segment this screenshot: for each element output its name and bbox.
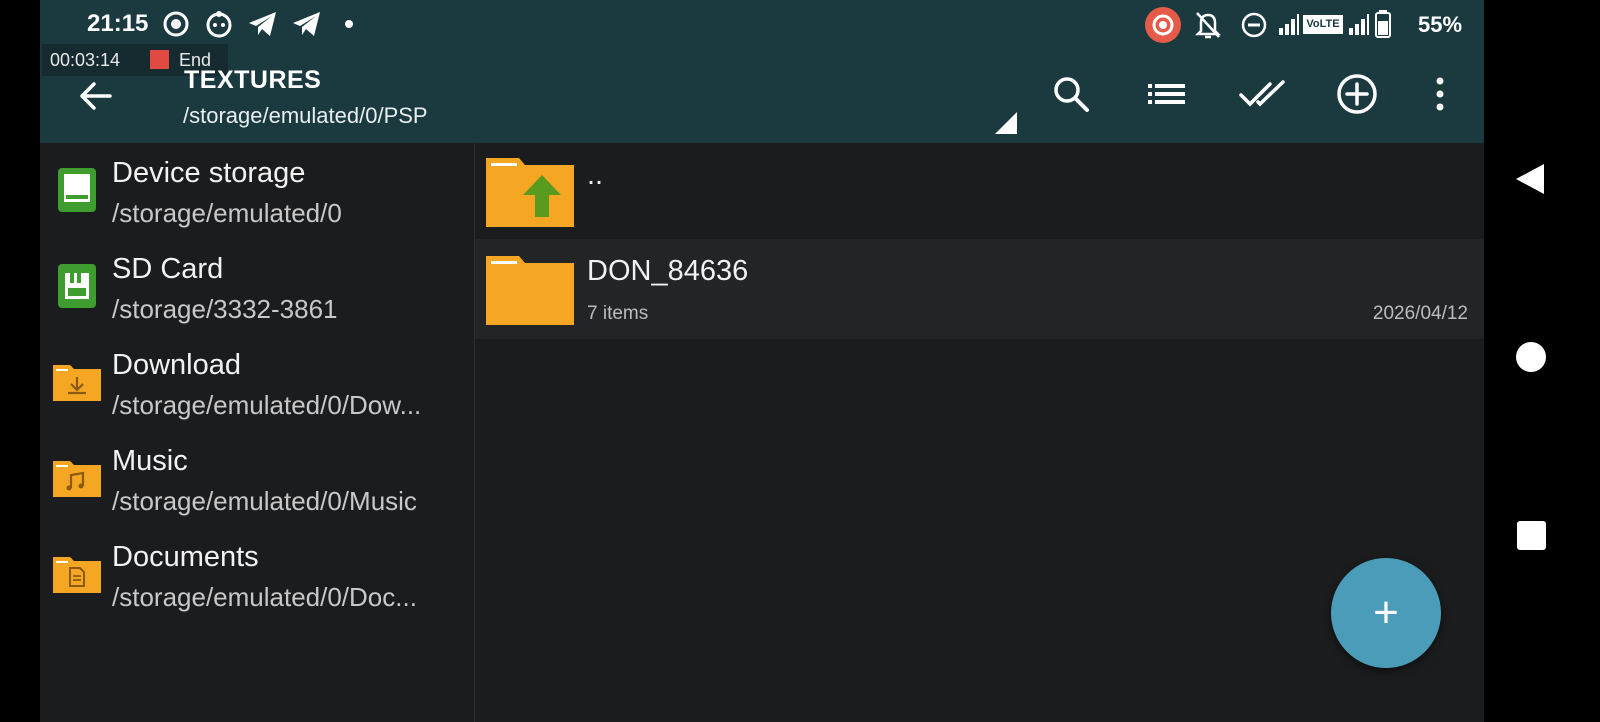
sidebar-item-path: /storage/emulated/0/Music (112, 486, 417, 516)
telegram-icon (249, 12, 276, 36)
list-item-folder[interactable]: DON_84636 7 items 2026/04/12 (475, 239, 1484, 339)
assistant-icon (206, 11, 232, 38)
device-storage-icon (58, 168, 96, 212)
add-fab-button[interactable]: + (1331, 558, 1441, 668)
sidebar-item-label: SD Card (112, 253, 224, 285)
add-circle-icon[interactable] (1335, 72, 1379, 116)
folder-title: TEXTURES (184, 66, 322, 94)
list-item-parent[interactable]: .. (475, 143, 1484, 239)
battery-icon (1375, 10, 1391, 38)
volte-badge: VoLTE (1303, 15, 1343, 34)
dropdown-corner-icon[interactable] (995, 112, 1017, 134)
sidebar-item-label: Music (112, 445, 188, 477)
notifications-off-icon (1194, 12, 1222, 39)
documents-folder-icon (53, 557, 101, 593)
list-view-icon[interactable] (1144, 72, 1188, 116)
back-icon[interactable] (76, 76, 116, 116)
sidebar: Device storage /storage/emulated/0 SD Ca… (40, 143, 475, 722)
fab-plus-label: + (1373, 588, 1399, 637)
recording-indicator-icon (1145, 7, 1181, 43)
file-name: DON_84636 (587, 255, 749, 287)
sidebar-item-label: Download (112, 349, 241, 381)
recording-elapsed: 00:03:14 (50, 50, 121, 70)
signal-icon (1349, 14, 1369, 35)
sidebar-item-download[interactable]: Download /storage/emulated/0/Dow... (40, 335, 474, 431)
parent-folder-icon (486, 158, 574, 227)
sidebar-item-documents[interactable]: Documents /storage/emulated/0/Doc... (40, 527, 474, 623)
sidebar-item-label: Device storage (112, 157, 306, 189)
signal-icon (1279, 14, 1299, 35)
sidebar-item-music[interactable]: Music /storage/emulated/0/Music (40, 431, 474, 527)
sidebar-item-sd-card[interactable]: SD Card /storage/3332-3861 (40, 239, 474, 335)
sidebar-item-label: Documents (112, 541, 259, 573)
file-item-count: 7 items (587, 303, 649, 324)
screen-record-icon (163, 11, 189, 37)
download-folder-icon (53, 365, 101, 401)
file-manager-screen: 21:15 VoLTE 55% 00:03:14 End TEXTURES /s… (40, 0, 1484, 722)
telegram-icon (293, 12, 320, 36)
music-folder-icon (53, 461, 101, 497)
sd-card-icon (58, 264, 96, 308)
sidebar-item-path: /storage/emulated/0/Dow... (112, 390, 422, 420)
sidebar-item-path: /storage/emulated/0/Doc... (112, 582, 417, 612)
battery-percent: 55% (1418, 12, 1463, 37)
folder-icon (486, 256, 574, 325)
sidebar-item-device-storage[interactable]: Device storage /storage/emulated/0 (40, 143, 474, 239)
app-bar: 21:15 VoLTE 55% 00:03:14 End TEXTURES /s… (40, 0, 1484, 143)
file-date: 2026/04/12 (1372, 303, 1468, 324)
nav-back-icon[interactable] (1514, 162, 1546, 196)
more-vert-icon[interactable] (1426, 72, 1454, 116)
select-all-icon[interactable] (1238, 72, 1288, 116)
status-time: 21:15 (87, 10, 149, 37)
sidebar-item-path: /storage/emulated/0 (112, 198, 342, 228)
file-name: .. (587, 159, 604, 191)
stop-icon[interactable] (150, 50, 169, 69)
do-not-disturb-icon (1241, 12, 1267, 38)
dot-icon (345, 20, 353, 28)
sidebar-item-path: /storage/3332-3861 (112, 294, 338, 324)
nav-recents-icon[interactable] (1517, 521, 1546, 550)
search-icon[interactable] (1049, 72, 1093, 116)
current-path: /storage/emulated/0/PSP (183, 103, 428, 128)
nav-home-icon[interactable] (1516, 342, 1546, 372)
